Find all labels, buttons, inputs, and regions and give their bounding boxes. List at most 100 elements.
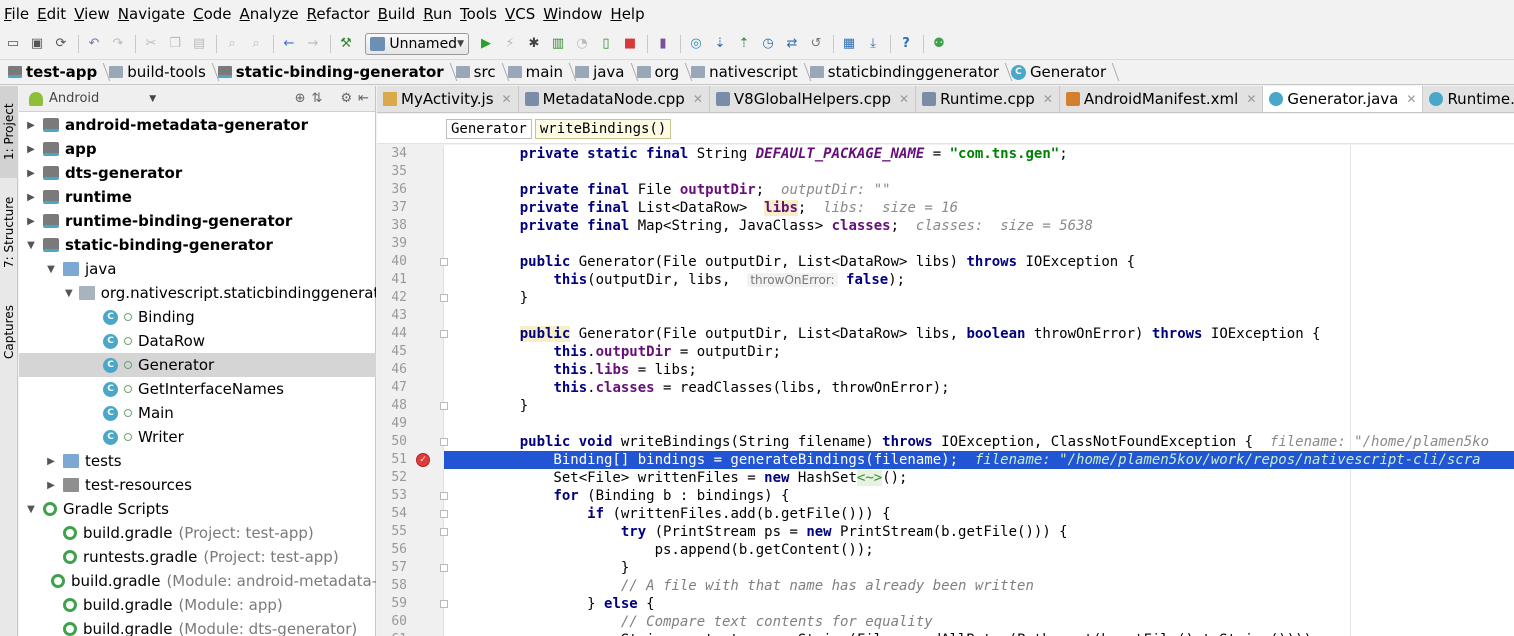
code-line[interactable]: 40 public Generator(File outputDir, List… [377, 253, 1514, 271]
editor-tab[interactable]: Runtime.java✕ [1423, 86, 1514, 112]
close-icon[interactable]: ✕ [899, 92, 909, 106]
breadcrumb-item[interactable]: static-binding-generator [214, 60, 452, 84]
line-number[interactable]: 48 [377, 397, 407, 415]
tree-node[interactable]: ▶ runtime [19, 185, 376, 209]
code-line[interactable]: 43 [377, 307, 1514, 325]
tree-node[interactable]: build.gradle (Module: android-metadata-ge… [19, 569, 376, 593]
line-number[interactable]: 54 [377, 505, 407, 523]
tree-node[interactable]: build.gradle (Project: test-app) [19, 521, 376, 545]
code-line[interactable]: 61 String content = new String(Files.rea… [377, 631, 1514, 636]
breadcrumb-item[interactable]: src [452, 60, 504, 84]
line-number[interactable]: 61 [377, 631, 407, 636]
line-number[interactable]: 44 [377, 325, 407, 343]
open-icon[interactable]: ▭ [2, 33, 24, 55]
tree-node[interactable]: build.gradle (Module: dts-generator) [19, 617, 376, 636]
replace-icon[interactable]: ⌕ [245, 33, 267, 55]
tree-node[interactable]: runtests.gradle (Project: test-app) [19, 545, 376, 569]
stop-icon[interactable]: ■ [619, 33, 641, 55]
attach-debugger-icon[interactable]: ▯ [595, 33, 617, 55]
close-icon[interactable]: ✕ [693, 92, 703, 106]
code-line[interactable]: 42 } [377, 289, 1514, 307]
collapse-all-icon[interactable]: ⇅ [312, 91, 323, 106]
collapse-arrow-icon[interactable]: ▶ [45, 456, 57, 467]
line-number[interactable]: 46 [377, 361, 407, 379]
line-number[interactable]: 47 [377, 379, 407, 397]
code-line[interactable]: 55 try (PrintStream ps = new PrintStream… [377, 523, 1514, 541]
code-line[interactable]: 56 ps.append(b.getContent()); [377, 541, 1514, 559]
tree-node[interactable]: ▼ java [19, 257, 376, 281]
editor-tab[interactable]: Generator.java ✕ [1263, 86, 1424, 112]
tree-node[interactable]: ▶ tests [19, 449, 376, 473]
apply-changes-icon[interactable]: ⚡ [499, 33, 521, 55]
line-number[interactable]: 38 [377, 217, 407, 235]
line-number[interactable]: 41 [377, 271, 407, 289]
line-number[interactable]: 37 [377, 199, 407, 217]
tab-structure[interactable]: 7: Structure [0, 186, 18, 278]
line-number[interactable]: 40 [377, 253, 407, 271]
editor-tab[interactable]: Runtime.cpp ✕ [916, 86, 1060, 112]
tree-node[interactable]: build.gradle (Module: app) [19, 593, 376, 617]
line-number[interactable]: 50 [377, 433, 407, 451]
editor-crumb-class[interactable]: Generator [446, 118, 532, 139]
tree-node[interactable]: C Main [19, 401, 376, 425]
fold-icon[interactable] [440, 330, 448, 338]
tree-node[interactable]: ▶ runtime-binding-generator [19, 209, 376, 233]
menu-build[interactable]: Build [376, 0, 422, 28]
vcs-history-icon[interactable]: ◷ [757, 33, 779, 55]
menu-refactor[interactable]: Refactor [305, 0, 376, 28]
code-line[interactable]: 38 private final Map<String, JavaClass> … [377, 217, 1514, 235]
code-line[interactable]: 45 this.outputDir = outputDir; [377, 343, 1514, 361]
code-line[interactable]: 36 private final File outputDir; outputD… [377, 181, 1514, 199]
sync-icon[interactable]: ⟳ [50, 33, 72, 55]
tab-captures[interactable]: Captures [0, 292, 18, 372]
line-number[interactable]: 45 [377, 343, 407, 361]
close-icon[interactable]: ✕ [1246, 92, 1256, 106]
code-line[interactable]: 60 // Compare text contents for equality [377, 613, 1514, 631]
line-number[interactable]: 57 [377, 559, 407, 577]
menu-vcs[interactable]: VCS [503, 0, 541, 28]
profile-icon[interactable]: ◔ [571, 33, 593, 55]
tab-project[interactable]: 1: Project [0, 86, 18, 178]
project-structure-icon[interactable]: ▦ [838, 33, 860, 55]
code-line[interactable]: 34 private static final String DEFAULT_P… [377, 145, 1514, 163]
line-number[interactable]: 60 [377, 613, 407, 631]
menu-analyze[interactable]: Analyze [238, 0, 305, 28]
close-icon[interactable]: ✕ [1406, 92, 1416, 106]
tree-node[interactable]: C GetInterfaceNames [19, 377, 376, 401]
line-number[interactable]: 58 [377, 577, 407, 595]
fold-icon[interactable] [440, 258, 448, 266]
gear-icon[interactable]: ⚙ [340, 91, 352, 106]
breadcrumb-item[interactable]: java [571, 60, 632, 84]
code-line[interactable]: 57 } [377, 559, 1514, 577]
vcs-commit-icon[interactable]: ⇡ [733, 33, 755, 55]
tree-node[interactable]: ▶ dts-generator [19, 161, 376, 185]
breadcrumb-item[interactable]: org [633, 60, 688, 84]
line-number[interactable]: 59 [377, 595, 407, 613]
line-number[interactable]: 43 [377, 307, 407, 325]
view-mode-selector[interactable]: Android [49, 91, 99, 106]
find-icon[interactable]: ⌕ [221, 33, 243, 55]
avd-icon[interactable]: ▮ [652, 33, 674, 55]
help-icon[interactable]: ? [895, 33, 917, 55]
menu-view[interactable]: View [72, 0, 116, 28]
collapse-arrow-icon[interactable]: ▶ [25, 168, 37, 179]
fold-icon[interactable] [440, 510, 448, 518]
collapse-arrow-icon[interactable]: ▶ [25, 120, 37, 131]
menu-run[interactable]: Run [421, 0, 458, 28]
run-config-selector[interactable]: Unnamed ▼ [365, 32, 469, 55]
collapse-arrow-icon[interactable]: ▶ [25, 144, 37, 155]
menu-navigate[interactable]: Navigate [116, 0, 191, 28]
collapse-arrow-icon[interactable]: ▶ [25, 192, 37, 203]
fold-icon[interactable] [440, 492, 448, 500]
tree-node[interactable]: C Writer [19, 425, 376, 449]
hide-panel-icon[interactable]: ⇤ [358, 91, 369, 106]
code-editor[interactable]: 34 private static final String DEFAULT_P… [377, 145, 1514, 636]
debug-icon[interactable]: ✱ [523, 33, 545, 55]
editor-tab[interactable]: V8GlobalHelpers.cpp ✕ [709, 86, 917, 112]
tree-node[interactable]: ▶ android-metadata-generator [19, 113, 376, 137]
code-line[interactable]: 50 public void writeBindings(String file… [377, 433, 1514, 451]
save-icon[interactable]: ▣ [26, 33, 48, 55]
line-number[interactable]: 55 [377, 523, 407, 541]
gradle-sync-icon[interactable]: ◎ [685, 33, 707, 55]
code-line[interactable]: 52 Set<File> writtenFiles = new HashSet<… [377, 469, 1514, 487]
